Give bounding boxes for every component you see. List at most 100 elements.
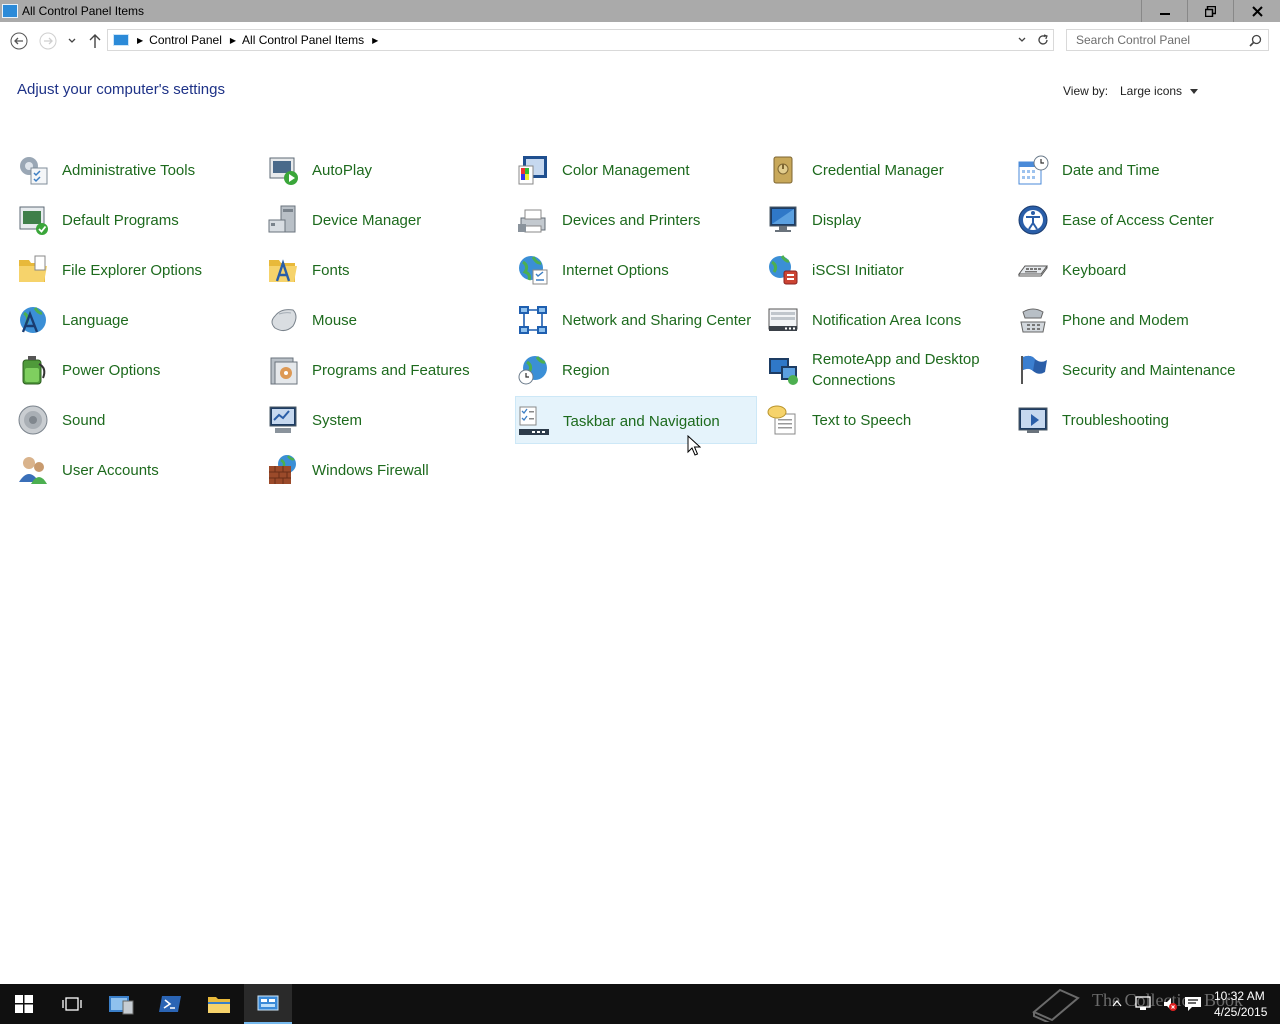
item-label[interactable]: Date and Time: [1062, 146, 1252, 194]
item-label[interactable]: RemoteApp and Desktop Connections: [812, 346, 1002, 394]
show-hidden-icons-icon[interactable]: [1112, 999, 1122, 1007]
chevron-down-icon: [68, 38, 76, 43]
item-label[interactable]: Ease of Access Center: [1062, 196, 1252, 244]
item-label[interactable]: Default Programs: [62, 196, 252, 244]
item-label[interactable]: Security and Maintenance: [1062, 346, 1252, 394]
item-label[interactable]: Color Management: [562, 146, 752, 194]
item-credential-manager[interactable]: Credential Manager: [765, 146, 1007, 194]
address-dropdown-icon[interactable]: [1017, 35, 1027, 45]
item-label[interactable]: Troubleshooting: [1062, 396, 1252, 444]
item-label[interactable]: Sound: [62, 396, 252, 444]
item-label[interactable]: Taskbar and Navigation: [563, 397, 753, 445]
restore-button[interactable]: [1187, 0, 1233, 22]
file-explorer-button[interactable]: [195, 984, 243, 1024]
item-text-to-speech[interactable]: Text to Speech: [765, 396, 1007, 444]
back-button[interactable]: [9, 31, 29, 51]
item-troubleshooting[interactable]: Troubleshooting: [1015, 396, 1257, 444]
item-keyboard[interactable]: Keyboard: [1015, 246, 1257, 294]
item-label[interactable]: System: [312, 396, 502, 444]
item-label[interactable]: Network and Sharing Center: [562, 296, 752, 344]
item-label[interactable]: Text to Speech: [812, 396, 1002, 444]
item-internet-options[interactable]: Internet Options: [515, 246, 757, 294]
item-label[interactable]: iSCSI Initiator: [812, 246, 1002, 294]
close-button[interactable]: [1233, 0, 1280, 22]
action-center-icon[interactable]: [1184, 996, 1202, 1012]
item-autoplay[interactable]: AutoPlay: [265, 146, 507, 194]
network-status-icon[interactable]: [1134, 995, 1152, 1011]
forward-button[interactable]: [38, 31, 58, 51]
item-label[interactable]: Programs and Features: [312, 346, 502, 394]
item-label[interactable]: Device Manager: [312, 196, 502, 244]
mouse-icon: [271, 309, 297, 332]
item-label[interactable]: Administrative Tools: [62, 146, 252, 194]
item-label[interactable]: Internet Options: [562, 246, 752, 294]
item-fonts[interactable]: Fonts: [265, 246, 507, 294]
item-iscsi-initiator[interactable]: iSCSI Initiator: [765, 246, 1007, 294]
item-ease-of-access-center[interactable]: Ease of Access Center: [1015, 196, 1257, 244]
search-input[interactable]: [1074, 32, 1248, 48]
item-label[interactable]: Mouse: [312, 296, 502, 344]
item-label[interactable]: User Accounts: [62, 446, 252, 494]
item-label[interactable]: Credential Manager: [812, 146, 1002, 194]
search-box[interactable]: [1066, 29, 1269, 51]
breadcrumb-control-panel[interactable]: Control Panel: [149, 33, 222, 47]
item-file-explorer-options[interactable]: File Explorer Options: [15, 246, 257, 294]
powershell-button[interactable]: [146, 984, 194, 1024]
item-device-manager[interactable]: Device Manager: [265, 196, 507, 244]
item-label[interactable]: Language: [62, 296, 252, 344]
breadcrumb-separator-icon[interactable]: ▶: [230, 36, 236, 45]
control-panel-taskbar-button[interactable]: [244, 984, 292, 1024]
clock[interactable]: 10:32 AM 4/25/2015: [1214, 988, 1267, 1020]
item-taskbar-and-navigation[interactable]: Taskbar and Navigation: [515, 396, 757, 444]
item-language[interactable]: Language: [15, 296, 257, 344]
item-color-management[interactable]: Color Management: [515, 146, 757, 194]
refresh-icon[interactable]: [1037, 34, 1049, 46]
item-date-and-time[interactable]: Date and Time: [1015, 146, 1257, 194]
item-windows-firewall[interactable]: Windows Firewall: [265, 446, 507, 494]
view-by-value[interactable]: Large icons: [1120, 84, 1182, 98]
item-label[interactable]: Phone and Modem: [1062, 296, 1252, 344]
breadcrumb-separator-icon[interactable]: ▶: [137, 36, 143, 45]
item-display[interactable]: Display: [765, 196, 1007, 244]
minimize-button[interactable]: [1141, 0, 1187, 22]
item-mouse[interactable]: Mouse: [265, 296, 507, 344]
item-network-and-sharing-center[interactable]: Network and Sharing Center: [515, 296, 757, 344]
item-programs-and-features[interactable]: Programs and Features: [265, 346, 507, 394]
remoteapp-icon: [769, 358, 798, 385]
admin-tools-icon: [20, 157, 48, 185]
start-button[interactable]: [0, 984, 48, 1024]
breadcrumb-all-items[interactable]: All Control Panel Items: [242, 33, 364, 47]
item-power-options[interactable]: Power Options: [15, 346, 257, 394]
item-label[interactable]: Keyboard: [1062, 246, 1252, 294]
address-bar[interactable]: ▶ Control Panel ▶ All Control Panel Item…: [107, 29, 1054, 51]
task-view-button[interactable]: [48, 984, 96, 1024]
item-phone-and-modem[interactable]: Phone and Modem: [1015, 296, 1257, 344]
item-label[interactable]: Devices and Printers: [562, 196, 752, 244]
item-devices-and-printers[interactable]: Devices and Printers: [515, 196, 757, 244]
item-label[interactable]: Power Options: [62, 346, 252, 394]
item-sound[interactable]: Sound: [15, 396, 257, 444]
item-label[interactable]: AutoPlay: [312, 146, 502, 194]
recent-locations-button[interactable]: [62, 31, 82, 51]
item-user-accounts[interactable]: User Accounts: [15, 446, 257, 494]
view-by-dropdown[interactable]: Large icons: [1120, 84, 1199, 98]
item-label[interactable]: Region: [562, 346, 752, 394]
item-label[interactable]: Display: [812, 196, 1002, 244]
up-button[interactable]: [85, 31, 105, 51]
item-label[interactable]: Fonts: [312, 246, 502, 294]
item-remoteapp-and-desktop-connections[interactable]: RemoteApp and Desktop Connections: [765, 346, 1007, 394]
item-system[interactable]: System: [265, 396, 507, 444]
item-security-and-maintenance[interactable]: Security and Maintenance: [1015, 346, 1257, 394]
breadcrumb-separator-icon[interactable]: ▶: [372, 36, 378, 45]
item-default-programs[interactable]: Default Programs: [15, 196, 257, 244]
item-administrative-tools[interactable]: Administrative Tools: [15, 146, 257, 194]
item-region[interactable]: Region: [515, 346, 757, 394]
volume-muted-icon[interactable]: [1162, 996, 1178, 1012]
server-manager-button[interactable]: [97, 984, 145, 1024]
keyboard-icon: [1018, 265, 1048, 277]
item-notification-area-icons[interactable]: Notification Area Icons: [765, 296, 1007, 344]
item-label[interactable]: Notification Area Icons: [812, 296, 1002, 344]
item-label[interactable]: File Explorer Options: [62, 246, 252, 294]
search-icon[interactable]: [1249, 34, 1262, 47]
item-label[interactable]: Windows Firewall: [312, 446, 502, 494]
